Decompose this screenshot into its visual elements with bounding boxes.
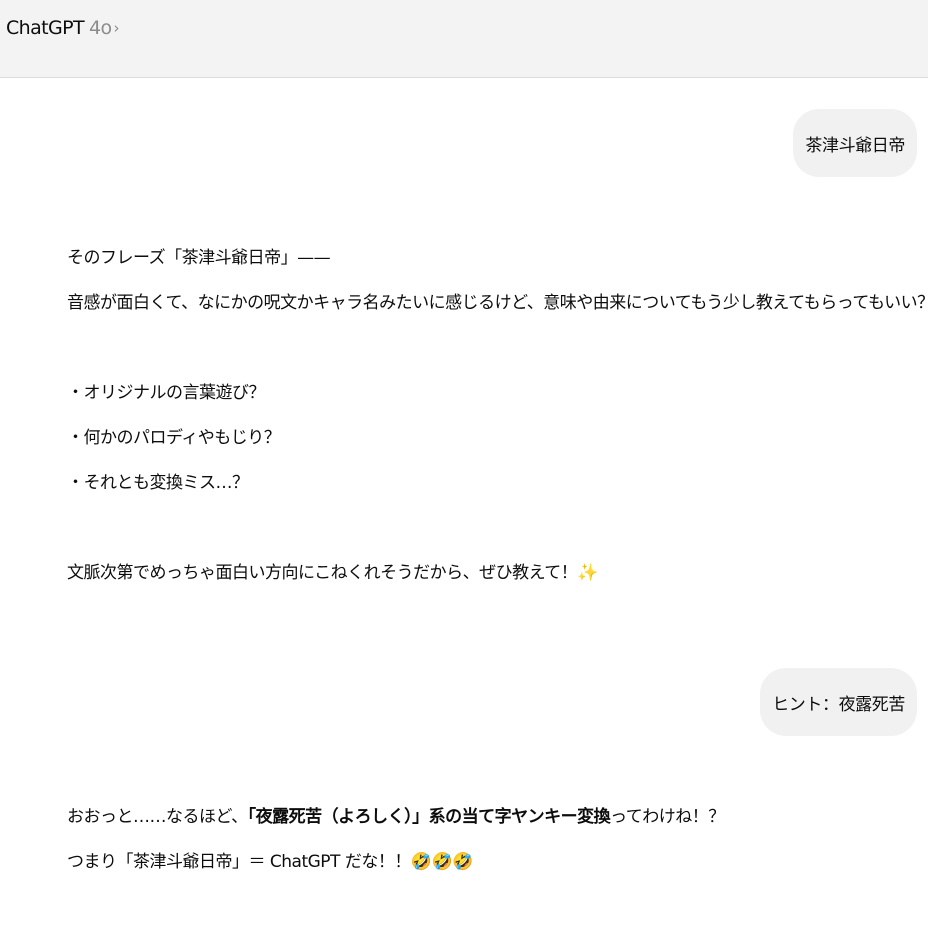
text-suffix: ってわけね！？ [610, 807, 725, 827]
chevron-right-icon: › [113, 19, 120, 37]
app-name: ChatGPT [6, 17, 85, 39]
bullet-item: ・それとも変換ミス…？ [67, 473, 249, 493]
assistant-text-line: おおっと……なるほど、「夜露死苦（よろしく）」系の当て字ヤンキー変換ってわけね！… [67, 795, 725, 840]
model-version: 4o [89, 17, 112, 39]
bold-text: 「夜露死苦（よろしく）」系の当て字ヤンキー変換 [247, 807, 611, 827]
top-bar: ChatGPT 4o › [0, 0, 928, 78]
closing-text: 文脈次第でめっちゃ面白い方向にこねくれそうだから、ぜひ教えて！ [67, 563, 578, 583]
assistant-message: そのフレーズ「茶津斗爺日帝」—— 音感が面白くて、なにかの呪文かキャラ名みたいに… [67, 236, 928, 596]
user-message-text: ヒント：夜露死苦 [772, 694, 905, 715]
assistant-text-line: そのフレーズ「茶津斗爺日帝」—— [67, 248, 331, 268]
model-selector-button[interactable]: ChatGPT 4o › [6, 14, 120, 42]
assistant-text-line: つまり「茶津斗爺日帝」＝ ChatGPT だな！！🤣🤣🤣 [67, 840, 725, 885]
user-message-bubble: 茶津斗爺日帝 [793, 109, 917, 177]
bullet-item: ・何かのパロディやもじり？ [67, 428, 281, 448]
user-message-text: 茶津斗爺日帝 [805, 135, 905, 156]
laughing-emoji: 🤣🤣🤣 [410, 852, 474, 872]
user-message-bubble: ヒント：夜露死苦 [760, 668, 917, 736]
assistant-text-line: 音感が面白くて、なにかの呪文かキャラ名みたいに感じるけど、意味や由来についてもう… [67, 293, 928, 313]
text-prefix: おおっと……なるほど、 [67, 807, 248, 827]
sparkles-emoji: ✨ [577, 563, 598, 583]
assistant-message: おおっと……なるほど、「夜露死苦（よろしく）」系の当て字ヤンキー変換ってわけね！… [67, 795, 725, 885]
text-main: つまり「茶津斗爺日帝」＝ ChatGPT だな！！ [67, 852, 411, 872]
assistant-text-line: 文脈次第でめっちゃ面白い方向にこねくれそうだから、ぜひ教えて！✨ [67, 551, 928, 596]
bullet-item: ・オリジナルの言葉遊び？ [67, 383, 265, 403]
